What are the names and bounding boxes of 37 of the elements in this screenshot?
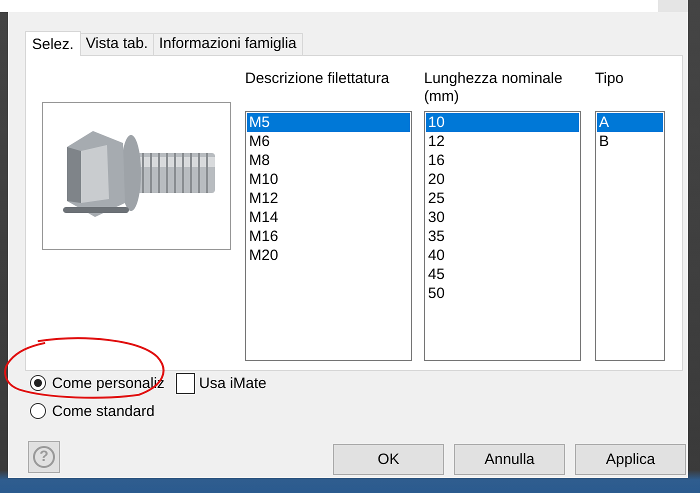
list-item[interactable]: 25 — [426, 189, 579, 208]
list-item[interactable]: 45 — [426, 265, 579, 284]
list-item[interactable]: M5 — [247, 113, 410, 132]
tab[interactable]: Selez. — [25, 31, 81, 56]
help-icon: ? — [33, 446, 55, 468]
dialog-button[interactable]: Annulla — [454, 444, 565, 475]
list-item[interactable]: 10 — [426, 113, 579, 132]
column-heading: Descrizione filettatura — [245, 69, 390, 89]
list-item[interactable]: M10 — [247, 170, 410, 189]
checkbox-label[interactable]: Usa iMate — [195, 374, 267, 392]
list-item[interactable]: M20 — [247, 246, 410, 265]
radio-button[interactable] — [30, 375, 46, 391]
list-item[interactable]: 16 — [426, 151, 579, 170]
list-box[interactable]: A B — [595, 111, 665, 361]
radio-label[interactable]: Come standard — [46, 402, 176, 420]
list-item[interactable]: B — [597, 132, 663, 151]
list-box[interactable]: M5 M6 M8 M10 M12 M14 M16 M20 — [245, 111, 412, 361]
list-item[interactable]: 12 — [426, 132, 579, 151]
list-item[interactable]: 40 — [426, 246, 579, 265]
list-item[interactable]: M14 — [247, 208, 410, 227]
list-item[interactable]: 30 — [426, 208, 579, 227]
list-item[interactable]: 20 — [426, 170, 579, 189]
list-box[interactable]: 10 12 16 20 25 30 35 40 45 50 — [424, 111, 581, 361]
list-item[interactable]: M6 — [247, 132, 410, 151]
column-heading: Tipo — [595, 69, 625, 89]
radio-button[interactable] — [30, 403, 46, 419]
dialog-button[interactable]: OK — [333, 444, 444, 475]
column-heading: Lunghezza nominale (mm) — [424, 69, 564, 107]
list-item[interactable]: M16 — [247, 227, 410, 246]
dialog-button[interactable]: Applica — [575, 444, 686, 475]
list-item[interactable]: M12 — [247, 189, 410, 208]
checkbox[interactable] — [176, 372, 195, 394]
tab[interactable]: Informazioni famiglia — [152, 33, 303, 55]
list-item[interactable]: M8 — [247, 151, 410, 170]
list-item[interactable]: 50 — [426, 284, 579, 303]
list-item[interactable]: 35 — [426, 227, 579, 246]
list-item[interactable]: A — [597, 113, 663, 132]
